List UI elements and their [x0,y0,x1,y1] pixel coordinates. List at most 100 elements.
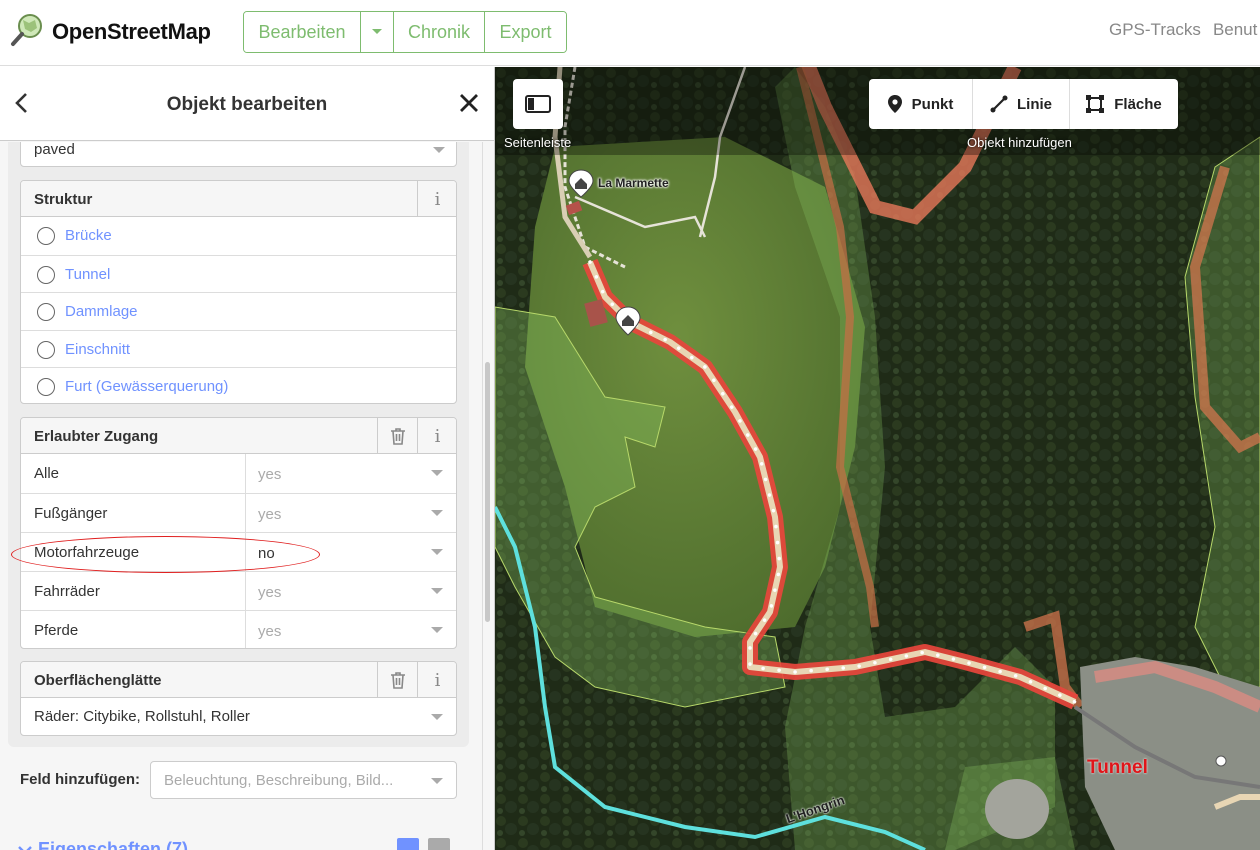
radio-label[interactable]: Dammlage [65,303,138,320]
sidebar-toggle-button[interactable] [513,79,563,129]
add-area-button[interactable]: Fläche [1070,79,1178,129]
access-row-value[interactable]: yes [258,466,281,483]
map-canvas[interactable]: Seitenleiste Punkt Linie Fläche Objekt h… [495,67,1260,850]
radio-button[interactable] [37,265,55,284]
add-line-button[interactable]: Linie [973,79,1070,129]
edit-dropdown-button[interactable] [361,12,394,52]
sidebar-scroll-area[interactable]: paved Struktur i Brücke Tunnel Dammlage … [0,142,494,850]
tunnel-annotation: Tunnel [1087,757,1148,778]
radio-label[interactable]: Tunnel [65,266,110,283]
access-row-label: Fahrräder [21,572,246,610]
access-row-label: Alle [21,454,246,493]
access-label: Erlaubter Zugang [34,428,159,445]
tags-section-toggle[interactable]: Eigenschaften (7) [18,839,188,850]
structure-option-cutting[interactable]: Einschnitt [21,329,456,368]
access-field: Erlaubter Zugang i Alle yes Fußgänger ye… [20,417,457,649]
caret-down-icon[interactable] [431,470,443,476]
radio-button[interactable] [37,340,55,359]
top-navbar: OpenStreetMap Bearbeiten Chronik Export … [0,0,1260,66]
add-field-label: Feld hinzufügen: [20,771,140,788]
nav-links: GPS-Tracks Benut [1109,20,1260,40]
poi-label[interactable]: La Marmette [598,176,669,190]
info-icon: i [434,188,441,210]
smoothness-combo[interactable]: Räder: Citybike, Rollstuhl, Roller [21,698,456,735]
nav-link-gps-tracks[interactable]: GPS-Tracks [1109,20,1201,39]
edit-button[interactable]: Bearbeiten [244,12,361,52]
structure-option-ford[interactable]: Furt (Gewässerquerung) [21,367,456,403]
add-field-placeholder: Beleuchtung, Beschreibung, Bild... [164,772,394,789]
add-feature-toolbar: Punkt Linie Fläche [869,79,1178,129]
sidebar-divider [482,142,483,850]
sidebar-scrollbar[interactable] [485,362,490,622]
structure-label-row: Struktur i [21,181,456,217]
delete-button[interactable] [377,418,417,454]
add-field-input[interactable]: Beleuchtung, Beschreibung, Bild... [150,761,457,799]
access-row-horse[interactable]: Pferde yes [21,610,456,648]
smoothness-value: Räder: Citybike, Rollstuhl, Roller [34,708,250,725]
caret-down-icon[interactable] [431,627,443,633]
structure-options: Brücke Tunnel Dammlage Einschnitt Furt (… [21,217,456,403]
info-icon: i [434,425,441,447]
structure-label: Struktur [34,191,93,208]
structure-option-embankment[interactable]: Dammlage [21,292,456,330]
caret-down-icon[interactable] [431,588,443,594]
radio-label[interactable]: Einschnitt [65,341,130,358]
access-row-bicycle[interactable]: Fahrräder yes [21,571,456,610]
text-view-icon[interactable] [428,838,450,850]
info-button[interactable]: i [417,181,456,217]
sidebar-toggle-icon [525,95,551,113]
radio-button[interactable] [37,227,55,245]
history-button[interactable]: Chronik [394,12,485,52]
smoothness-label-row: Oberflächenglätte i [21,662,456,698]
surface-combo[interactable]: paved [21,142,456,166]
info-button[interactable]: i [417,662,456,698]
access-label-row: Erlaubter Zugang i [21,418,456,454]
caret-down-icon[interactable] [431,549,443,555]
trash-icon [390,428,405,445]
radio-label[interactable]: Brücke [65,227,112,244]
chevron-down-icon [18,846,32,850]
structure-option-tunnel[interactable]: Tunnel [21,254,456,293]
caret-down-icon [372,29,382,34]
area-icon [1086,95,1105,113]
radio-button[interactable] [37,378,55,396]
surface-field[interactable]: paved [20,142,457,167]
access-row-label: Fußgänger [21,494,246,532]
access-row-label: Pferde [21,611,246,648]
access-row-value[interactable]: yes [258,623,281,640]
close-icon[interactable] [458,92,480,114]
brand-title[interactable]: OpenStreetMap [52,19,211,45]
add-point-label: Punkt [911,95,954,113]
map-pin-icon [887,95,902,113]
osm-logo-icon[interactable] [9,12,45,48]
sidebar-toggle-caption: Seitenleiste [504,135,572,150]
add-point-button[interactable]: Punkt [869,79,973,129]
editor-sidebar: Objekt bearbeiten paved Struktur i Brück… [0,67,495,850]
structure-field: Struktur i Brücke Tunnel Dammlage Einsch… [20,180,457,404]
access-row-all[interactable]: Alle yes [21,454,456,493]
line-icon [990,95,1008,113]
access-row-value[interactable]: yes [258,584,281,601]
radio-button[interactable] [37,303,55,321]
nav-link-user[interactable]: Benut [1213,20,1257,39]
caret-down-icon[interactable] [431,778,443,784]
caret-down-icon[interactable] [431,510,443,516]
edit-button-group: Bearbeiten Chronik Export [243,11,567,53]
sidebar-title: Objekt bearbeiten [166,94,328,115]
smoothness-label: Oberflächenglätte [34,672,162,689]
structure-option-bridge[interactable]: Brücke [21,217,456,255]
info-button[interactable]: i [417,418,456,454]
smoothness-field: Oberflächenglätte i Räder: Citybike, Rol… [20,661,457,736]
add-area-label: Fläche [1114,95,1162,113]
delete-button[interactable] [377,662,417,698]
info-icon: i [434,669,441,691]
add-line-label: Linie [1016,95,1052,113]
radio-label[interactable]: Furt (Gewässerquerung) [65,378,228,395]
caret-down-icon[interactable] [431,714,443,720]
export-button[interactable]: Export [485,12,566,52]
list-view-icon[interactable] [397,838,419,850]
caret-down-icon[interactable] [433,147,445,153]
sidebar-header: Objekt bearbeiten [0,67,494,141]
access-row-foot[interactable]: Fußgänger yes [21,493,456,532]
access-row-value[interactable]: yes [258,506,281,523]
